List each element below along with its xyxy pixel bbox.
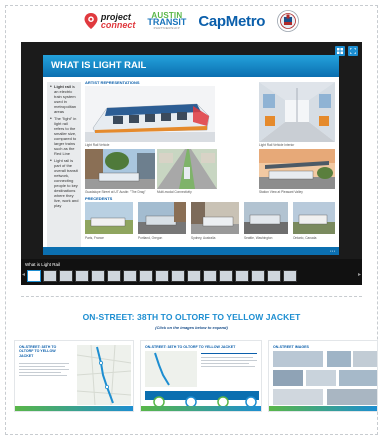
capmetro-logo[interactable]: CapMetro [198, 13, 265, 30]
caption-seattle: Seattle, Washington [244, 236, 273, 240]
expand-icon [350, 48, 356, 54]
slide-thumbnail[interactable] [283, 270, 297, 282]
card-3-title: ON-STREET IMAGES [273, 345, 309, 349]
caption-multimodal: Multi-modal Connectivity [157, 190, 192, 194]
caption-station: Station View at Pleasant Valley [259, 190, 303, 194]
corridor-map-thumb [145, 351, 197, 387]
ontario-image [293, 202, 335, 234]
map-pin-icon [84, 13, 98, 29]
street-illustration [85, 149, 155, 189]
slide-thumbnail[interactable] [91, 270, 105, 282]
multimodal-image [157, 149, 217, 189]
guadalupe-image [85, 149, 155, 189]
images-collage-thumb [273, 351, 377, 405]
board-card-2[interactable]: ON-STREET: 38TH TO OLTORF TO YELLOW JACK… [140, 340, 262, 412]
precedents-label: PRECEDENTS [85, 196, 113, 201]
slide-header: WHAT IS LIGHT RAIL [43, 55, 339, 77]
footer-logos: ▪ ▪ ▪ [330, 248, 335, 253]
slide-thumbnail[interactable] [59, 270, 73, 282]
slide-viewer[interactable]: WHAT IS LIGHT RAIL Light rail is an elec… [21, 42, 362, 285]
station-image [259, 149, 335, 189]
card-2-title: ON-STREET: 38TH TO OLTORF TO YELLOW JACK… [145, 345, 236, 349]
current-slide-label: What is Light Rail [25, 262, 61, 267]
thumbnail-strip: What is Light Rail ◂ ▸ [21, 259, 362, 285]
logo-bar: project connect AUSTIN TRANSIT PARTNERSH… [0, 6, 383, 36]
austin-transit-partnership-logo[interactable]: AUSTIN TRANSIT PARTNERSHIP [147, 11, 186, 30]
route-map-thumb [77, 345, 131, 405]
atp-word3: PARTNERSHIP [153, 25, 181, 30]
thumbnail-row [27, 270, 297, 282]
slide-thumbnail[interactable] [139, 270, 153, 282]
slide-thumbnail[interactable] [75, 270, 89, 282]
section-title: ON-STREET: 38TH TO OLTORF TO YELLOW JACK… [82, 312, 301, 322]
slide-title: WHAT IS LIGHT RAIL [51, 60, 147, 71]
prev-arrow-icon[interactable]: ◂ [22, 271, 25, 278]
caption-interior: Light Rail Vehicle Interior [259, 143, 295, 147]
interior-image [259, 82, 335, 142]
slide-footer: ▪ ▪ ▪ [43, 247, 339, 255]
train-illustration [85, 103, 215, 142]
caption-portland: Portland, Oregon [138, 236, 163, 240]
bullet-3: Light rail is part of the overall transi… [47, 156, 81, 208]
slide-thumbnail[interactable] [251, 270, 265, 282]
caption-paris: Paris, France [85, 236, 104, 240]
slide-thumbnail[interactable] [203, 270, 217, 282]
slide-thumbnail[interactable] [27, 270, 41, 282]
seattle-image [244, 202, 288, 234]
caption-sydney: Sydney, Australia [191, 236, 216, 240]
caption-ontario: Ontario, Canada [293, 236, 317, 240]
city-seal-icon[interactable] [277, 10, 300, 32]
grid-icon [337, 48, 343, 54]
project-connect-word2: connect [100, 20, 136, 30]
bullet-1: Light rail is an electric train system u… [47, 82, 81, 114]
slide-thumbnail[interactable] [267, 270, 281, 282]
slide-bullets: Light rail is an electric train system u… [47, 82, 81, 247]
station-illustration [259, 149, 335, 189]
section-subtitle: (Click on the images below to expand) [155, 325, 228, 330]
slide-thumbnail[interactable] [171, 270, 185, 282]
slide-thumbnail[interactable] [187, 270, 201, 282]
slide-thumbnail[interactable] [219, 270, 233, 282]
interior-illustration [259, 82, 335, 142]
artist-representations-label: ARTIST REPRESENTATIONS [85, 80, 140, 85]
gauge-row [153, 396, 257, 407]
sydney-image [191, 202, 239, 234]
aerial-illustration [157, 149, 217, 189]
board-card-1[interactable]: ON-STREET: 38TH TO OLTORF TO YELLOW JACK… [14, 340, 134, 412]
caption-vehicle: Light Rail Vehicle [85, 143, 110, 147]
slide[interactable]: WHAT IS LIGHT RAIL Light rail is an elec… [43, 55, 339, 255]
slide-thumbnail[interactable] [235, 270, 249, 282]
slide-thumbnail[interactable] [43, 270, 57, 282]
project-connect-logo[interactable]: project connect [84, 12, 136, 30]
next-arrow-icon[interactable]: ▸ [358, 271, 361, 278]
board-card-3[interactable]: ON-STREET IMAGES [268, 340, 378, 412]
vehicle-image [85, 86, 215, 142]
fullscreen-button[interactable] [348, 46, 358, 56]
slide-thumbnail[interactable] [107, 270, 121, 282]
bullet-2: The "light" in light rail refers to the … [47, 114, 81, 156]
slide-thumbnail[interactable] [155, 270, 169, 282]
caption-guadalupe: Guadalupe Street at UT Austin: "The Drag… [85, 190, 146, 194]
portland-image [138, 202, 186, 234]
slide-thumbnail[interactable] [123, 270, 137, 282]
divider [21, 296, 362, 297]
card-1-title: ON-STREET: 38TH TO OLTORF TO YELLOW JACK… [19, 345, 57, 358]
paris-image [85, 202, 133, 234]
